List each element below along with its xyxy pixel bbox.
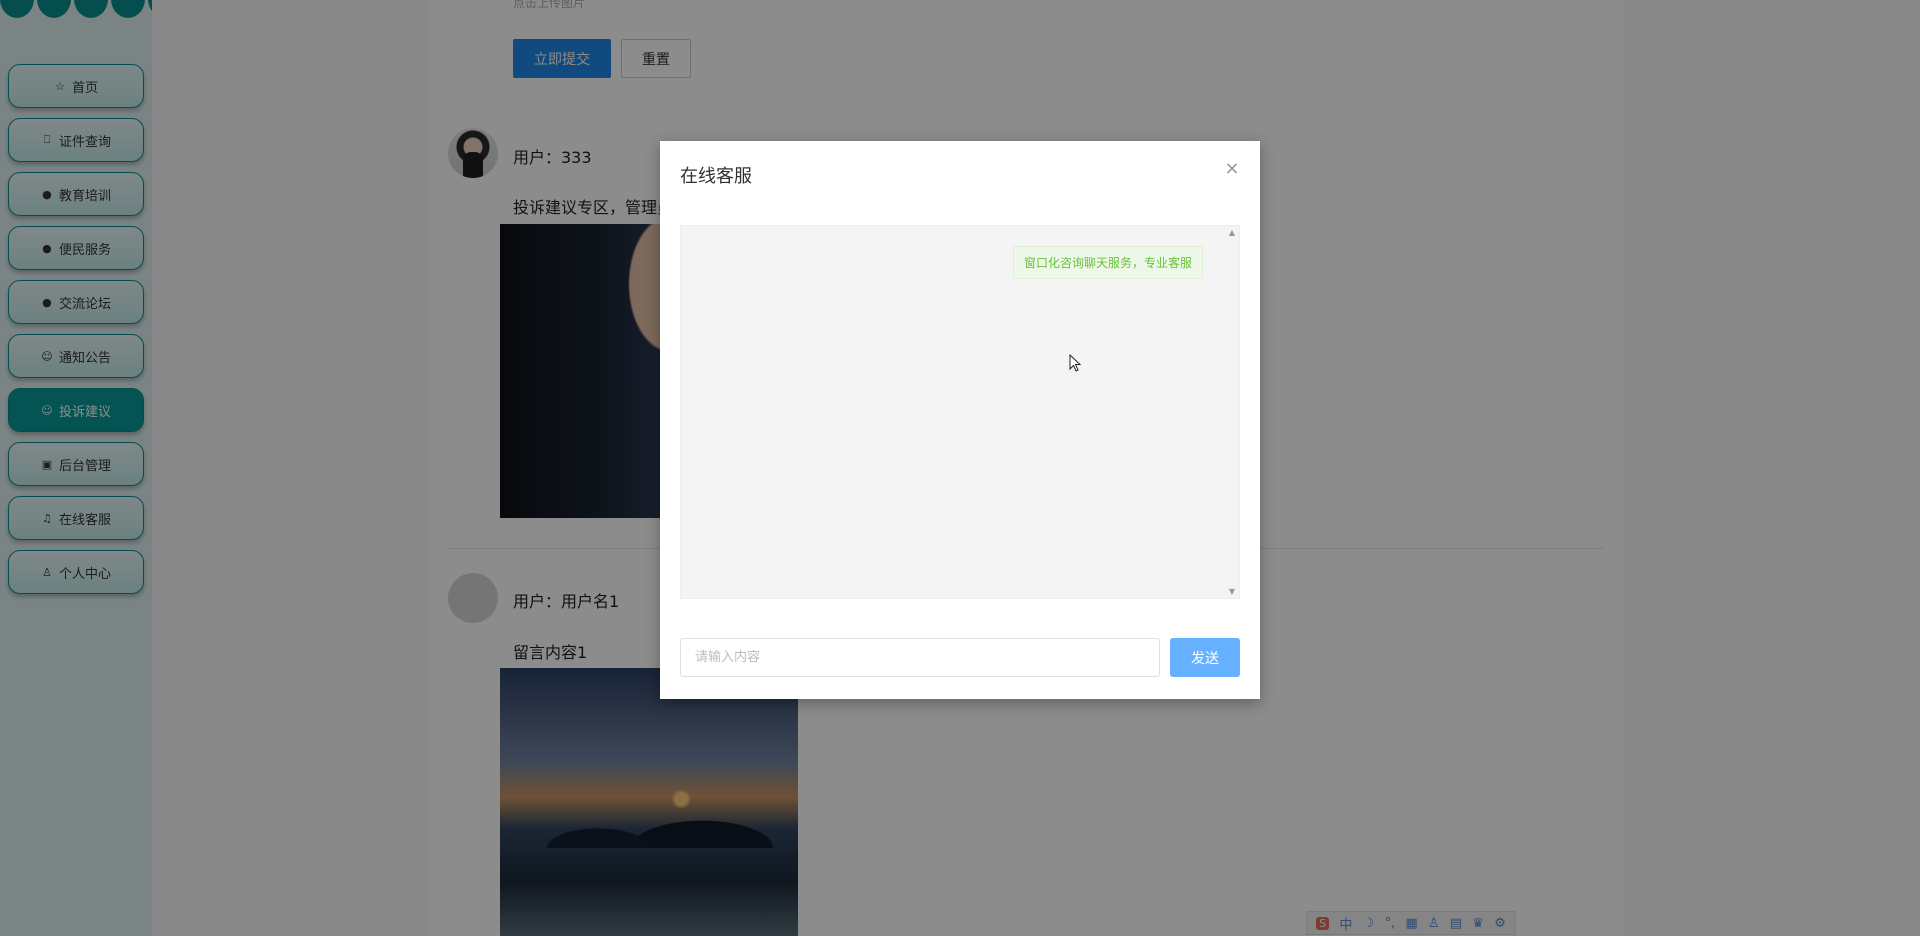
chat-scrollbar[interactable]: ▲ ▼ (1225, 226, 1239, 598)
chat-input[interactable] (680, 638, 1160, 677)
dialog-title: 在线客服 (680, 166, 752, 187)
close-icon[interactable]: × (1222, 159, 1242, 179)
send-button[interactable]: 发送 (1170, 638, 1240, 677)
mouse-cursor-icon (1069, 353, 1082, 376)
online-service-dialog: 在线客服 × 窗口化咨询聊天服务，专业客服 ▲ ▼ 发送 (660, 141, 1260, 699)
scroll-down-icon[interactable]: ▼ (1225, 587, 1239, 596)
chat-messages[interactable]: 窗口化咨询聊天服务，专业客服 ▲ ▼ (680, 225, 1240, 599)
chat-message-bubble: 窗口化咨询聊天服务，专业客服 (1012, 246, 1203, 279)
scroll-up-icon[interactable]: ▲ (1225, 228, 1239, 237)
